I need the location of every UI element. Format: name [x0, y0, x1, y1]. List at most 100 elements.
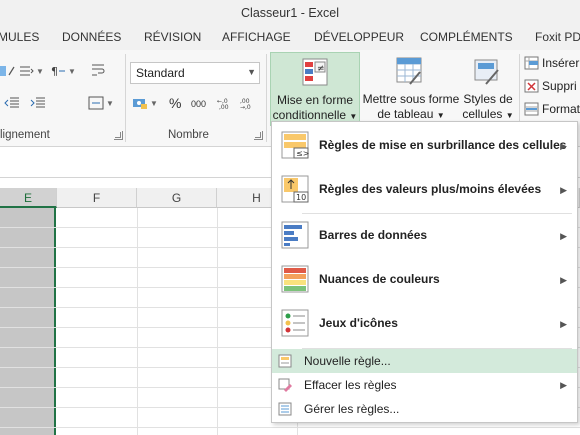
menu-item-label: Barres de données [319, 228, 428, 242]
chevron-right-icon: ▶ [560, 140, 567, 151]
tab-foxit-pdf[interactable]: Foxit PDF [535, 30, 580, 44]
number-launcher-icon[interactable] [254, 131, 263, 140]
currency-icon [132, 96, 148, 110]
gridline [217, 208, 218, 435]
percent-button[interactable]: % [169, 95, 181, 111]
icon-sets-icon [281, 309, 311, 339]
tab-donnees[interactable]: DONNÉES [62, 30, 121, 44]
insert-cells-label: Insérer [542, 56, 580, 70]
decrease-decimal-button[interactable]: ,00 →,0 [240, 96, 256, 111]
increase-decimal-icon: ←,0,00 [217, 96, 233, 111]
wrap-text-icon [90, 62, 106, 76]
increase-indent-button[interactable] [30, 96, 46, 110]
chevron-right-icon: ▶ [560, 184, 567, 195]
menu-item-clear-rules[interactable]: Effacer les règles ▶ [272, 373, 577, 397]
delete-cells-icon [524, 79, 540, 93]
alignment-group-label: lignement [0, 129, 50, 141]
column-header-f[interactable]: F [57, 188, 137, 208]
decrease-decimal-icon: ,00 →,0 [240, 96, 256, 111]
svg-text:¶: ¶ [51, 65, 58, 78]
chevron-down-icon: ▼ [36, 66, 44, 76]
tab-complements[interactable]: COMPLÉMENTS [420, 30, 513, 44]
menu-item-label: Effacer les règles [304, 378, 397, 392]
tab-revision[interactable]: RÉVISION [144, 30, 201, 44]
number-format-select[interactable]: Standard ▼ [130, 62, 260, 84]
merge-center-icon [88, 96, 104, 110]
alignment-launcher-icon[interactable] [114, 131, 123, 140]
data-bars-icon [281, 221, 311, 251]
ribbon-tabs: MULES DONNÉES RÉVISION AFFICHAGE DÉVELOP… [0, 26, 580, 50]
chevron-down-icon: ▼ [150, 98, 158, 108]
insert-cells-icon [524, 56, 540, 70]
gridline [0, 427, 580, 428]
format-cells-icon [524, 102, 540, 116]
cell-styles-button[interactable]: Styles de cellules ▼ [460, 52, 516, 126]
orientation-button[interactable]: ▼ [0, 64, 44, 78]
highlight-rules-icon: ≤> [281, 131, 311, 161]
paragraph-icon: ¶ [50, 64, 66, 78]
selected-column-e[interactable] [0, 208, 56, 435]
new-rule-icon [278, 354, 292, 368]
svg-text:≤>: ≤> [296, 149, 309, 158]
svg-text:10: 10 [296, 193, 306, 202]
text-direction-icon [18, 64, 34, 78]
tab-developpeur[interactable]: DÉVELOPPEUR [314, 30, 404, 44]
menu-item-new-rule[interactable]: Nouvelle règle... [272, 349, 577, 373]
column-header-g[interactable]: G [137, 188, 217, 208]
menu-item-label: Gérer les règles... [304, 402, 400, 416]
format-cells-label: Format [542, 102, 580, 116]
format-cells-button[interactable]: Format [524, 102, 580, 116]
decrease-indent-button[interactable] [4, 96, 20, 110]
column-header-e[interactable]: E [0, 188, 57, 208]
chevron-right-icon: ▶ [560, 379, 567, 390]
color-scales-icon [281, 265, 311, 295]
cell-styles-icon [474, 57, 502, 91]
chevron-down-icon: ▼ [247, 67, 256, 77]
menu-item-manage-rules[interactable]: Gérer les règles... [272, 397, 577, 421]
menu-item-color-scales[interactable]: Nuances de couleurs ▶ [272, 258, 577, 302]
chevron-right-icon: ▶ [560, 230, 567, 241]
menu-item-icon-sets[interactable]: Jeux d'icônes ▶ [272, 302, 577, 346]
merge-center-button[interactable]: ▼ [88, 96, 114, 110]
tab-affichage[interactable]: AFFICHAGE [222, 30, 291, 44]
tab-formules[interactable]: MULES [0, 30, 39, 44]
manage-rules-icon [278, 402, 292, 416]
delete-cells-button[interactable]: Suppri [524, 79, 577, 93]
menu-item-highlight-cells-rules[interactable]: ≤> Règles de mise en surbrillance des ce… [272, 124, 577, 168]
menu-item-label: Jeux d'icônes [319, 316, 398, 330]
menu-item-label: Nouvelle règle... [304, 354, 391, 368]
delete-cells-label: Suppri [542, 79, 577, 93]
orientation-icon [0, 64, 16, 78]
conditional-formatting-label: Mise en forme [276, 93, 354, 107]
menu-item-label: Nuances de couleurs [319, 272, 440, 286]
menu-item-label: Règles des valeurs plus/moins élevées [319, 182, 542, 196]
format-as-table-button[interactable]: Mettre sous forme de tableau ▼ [362, 52, 460, 126]
svg-text:,00: ,00 [219, 104, 229, 110]
chevron-right-icon: ▶ [560, 318, 567, 329]
decrease-indent-icon [4, 96, 20, 110]
divider [125, 54, 126, 142]
number-format-value: Standard [136, 66, 185, 80]
paragraph-direction-button[interactable]: ¶ ▼ [50, 64, 76, 78]
chevron-down-icon: ▼ [106, 98, 114, 108]
conditional-formatting-icon: ≠ [302, 58, 330, 92]
conditional-formatting-menu: ≤> Règles de mise en surbrillance des ce… [271, 121, 578, 423]
insert-cells-button[interactable]: Insérer [524, 56, 579, 70]
menu-item-top-bottom-rules[interactable]: 10 Règles des valeurs plus/moins élevées… [272, 168, 577, 212]
menu-item-data-bars[interactable]: Barres de données ▶ [272, 214, 577, 258]
increase-decimal-button[interactable]: ←,0,00 [217, 96, 233, 111]
gridline [137, 208, 138, 435]
thousands-button[interactable]: 000 [191, 99, 206, 109]
accounting-format-button[interactable]: ▼ [132, 96, 158, 110]
title-bar: Classeur1 - Excel [0, 0, 580, 26]
number-group-label: Nombre [168, 129, 209, 141]
divider [266, 54, 267, 142]
window-title: Classeur1 - Excel [241, 6, 339, 20]
table-format-icon [396, 57, 424, 91]
svg-text:≠: ≠ [317, 64, 325, 74]
wrap-text-button[interactable] [90, 62, 106, 76]
menu-item-label: Règles de mise en surbrillance des cellu… [319, 138, 567, 152]
eraser-icon [278, 378, 292, 392]
chevron-right-icon: ▶ [560, 274, 567, 285]
conditional-formatting-button[interactable]: ≠ Mise en forme conditionnelle ▼ [270, 52, 360, 126]
